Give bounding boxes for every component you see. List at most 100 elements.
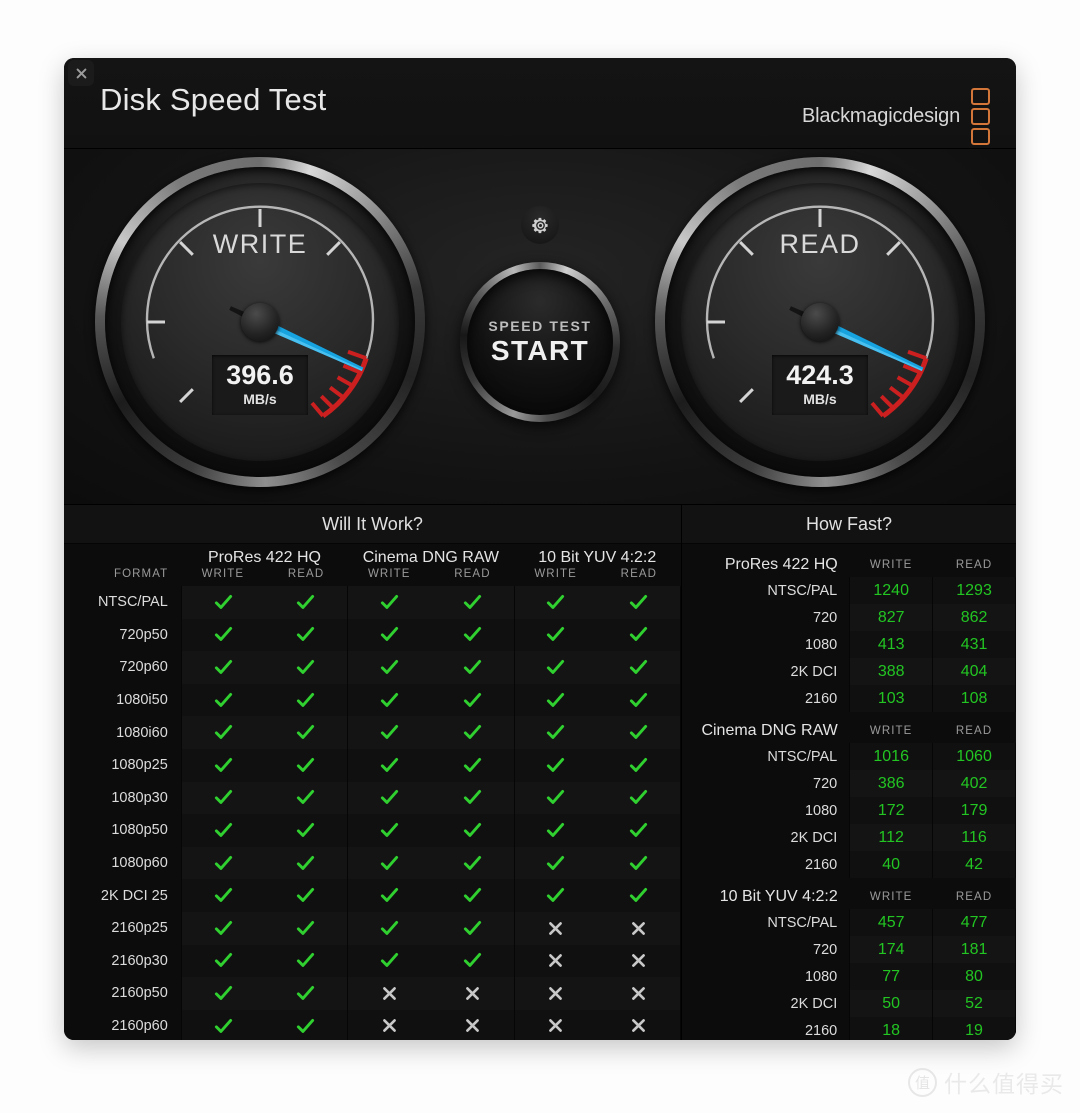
table-row: 720 386 402 (682, 770, 1016, 797)
table-row: 2160 18 19 (682, 1017, 1016, 1040)
resolution-label: NTSC/PAL (767, 748, 838, 765)
check-icon (463, 953, 481, 968)
subheader-yuv-write: WRITE (534, 568, 577, 580)
subheader-yuv-read: READ (620, 568, 658, 580)
write-speed-value: 388 (849, 658, 933, 685)
support-yes-cell (264, 944, 348, 978)
support-yes-cell (513, 651, 598, 684)
table-row: 1080i60 (64, 716, 682, 749)
read-speed-value: 404 (932, 658, 1016, 685)
support-yes-cell (347, 683, 431, 717)
check-icon (380, 725, 399, 740)
check-icon (547, 594, 565, 609)
check-icon (547, 692, 565, 707)
check-icon (380, 888, 399, 903)
format-label: 720p50 (119, 626, 168, 643)
support-no-cell (513, 1009, 598, 1040)
check-icon (214, 659, 232, 674)
support-yes-cell (513, 879, 598, 912)
check-icon (463, 659, 481, 674)
group-header-prores: ProRes 422 HQ (208, 549, 321, 566)
resolution-label: 1080 (804, 968, 838, 985)
check-icon (297, 594, 315, 609)
check-icon (630, 725, 648, 740)
table-row: 720 827 862 (682, 604, 1016, 631)
check-icon (297, 855, 315, 870)
format-label: 2160p50 (111, 985, 168, 1002)
check-icon (547, 659, 565, 674)
write-speed-value: 174 (849, 936, 933, 963)
start-button-inner: SPEED TEST START (467, 269, 613, 415)
table-row: 720p50 (64, 618, 682, 652)
support-yes-cell (597, 879, 682, 912)
read-speed-value: 19 (932, 1017, 1016, 1040)
check-icon (297, 985, 315, 1000)
check-icon (547, 822, 565, 837)
settings-button[interactable] (521, 206, 559, 244)
resolution-label: NTSC/PAL (767, 914, 838, 931)
resolution-label: 2K DCI (790, 995, 838, 1012)
cross-icon (549, 954, 563, 968)
write-speed-value: 413 (849, 631, 933, 658)
how-fast-section-header: Cinema DNG RAW WRITE READ (682, 712, 1016, 743)
how-fast-section-header: ProRes 422 HQ WRITE READ (682, 546, 1016, 577)
page-root: Disk Speed Test Blackmagicdesign WRITE 3… (0, 0, 1080, 1113)
cross-icon (465, 1019, 479, 1033)
support-yes-cell (347, 716, 431, 749)
support-yes-cell (264, 618, 348, 652)
support-yes-cell (597, 618, 682, 652)
table-row: 2160p30 (64, 944, 682, 978)
how-fast-table: ProRes 422 HQ WRITE READ NTSC/PAL 1240 1293 72… (682, 546, 1016, 1040)
table-row: 2160p60 (64, 1009, 682, 1040)
brand-logo: Blackmagicdesign (802, 88, 990, 145)
format-label: 1080p25 (111, 757, 168, 774)
table-row: 2K DCI 50 52 (682, 990, 1016, 1017)
support-yes-cell (347, 651, 431, 684)
check-icon (297, 757, 315, 772)
check-icon (214, 920, 232, 935)
page-title: Disk Speed Test (100, 82, 327, 117)
table-row: 1080p30 (64, 781, 682, 815)
support-yes-cell (430, 651, 515, 684)
read-speed-value: 477 (932, 909, 1016, 936)
format-label: 2160p25 (111, 920, 168, 937)
table-row: NTSC/PAL 1240 1293 (682, 577, 1016, 604)
table-row: 720p60 (64, 651, 682, 684)
support-yes-cell (180, 748, 265, 782)
cross-icon (632, 986, 646, 1000)
support-yes-cell (180, 716, 265, 749)
resolution-label: 1080 (804, 636, 838, 653)
support-yes-cell (597, 586, 682, 619)
format-label: 1080p30 (111, 789, 168, 806)
cross-icon (549, 921, 563, 935)
support-yes-cell (347, 944, 431, 978)
subheader-prores-read: READ (287, 568, 325, 580)
write-speed-value: 1016 (849, 743, 933, 770)
watermark-text: 什么值得买 (944, 1071, 1064, 1097)
support-no-cell (513, 911, 598, 945)
support-yes-cell (347, 911, 431, 945)
support-yes-cell (513, 814, 598, 847)
read-gauge-hub (801, 303, 839, 341)
close-button[interactable] (68, 60, 94, 86)
support-yes-cell (597, 716, 682, 749)
format-label: 1080p50 (111, 822, 168, 839)
section-read-header: READ (955, 891, 993, 903)
close-icon (76, 68, 86, 78)
read-gauge-unit: MB/s (803, 391, 837, 408)
start-speed-test-button[interactable]: SPEED TEST START (460, 262, 620, 422)
gear-icon (531, 217, 548, 233)
check-icon (214, 888, 232, 903)
how-fast-body: ProRes 422 HQ WRITE READ NTSC/PAL 1240 1293 72… (682, 546, 1016, 1040)
support-yes-cell (347, 814, 431, 847)
group-header-dng: Cinema DNG RAW (362, 549, 499, 566)
subheader-prores-write: WRITE (201, 568, 245, 580)
will-it-work-table: FORMAT ProRes 422 HQ Cinema DNG RAW 10 B… (64, 544, 682, 1040)
check-icon (463, 692, 481, 707)
support-yes-cell (347, 879, 431, 912)
check-icon (214, 1018, 232, 1033)
support-yes-cell (513, 683, 598, 717)
gauge-area: WRITE 396.6 MB/s READ 424.3 MB/s SPEED T… (64, 149, 1016, 505)
write-gauge-value: 396.6 (226, 360, 294, 390)
support-yes-cell (597, 781, 682, 815)
